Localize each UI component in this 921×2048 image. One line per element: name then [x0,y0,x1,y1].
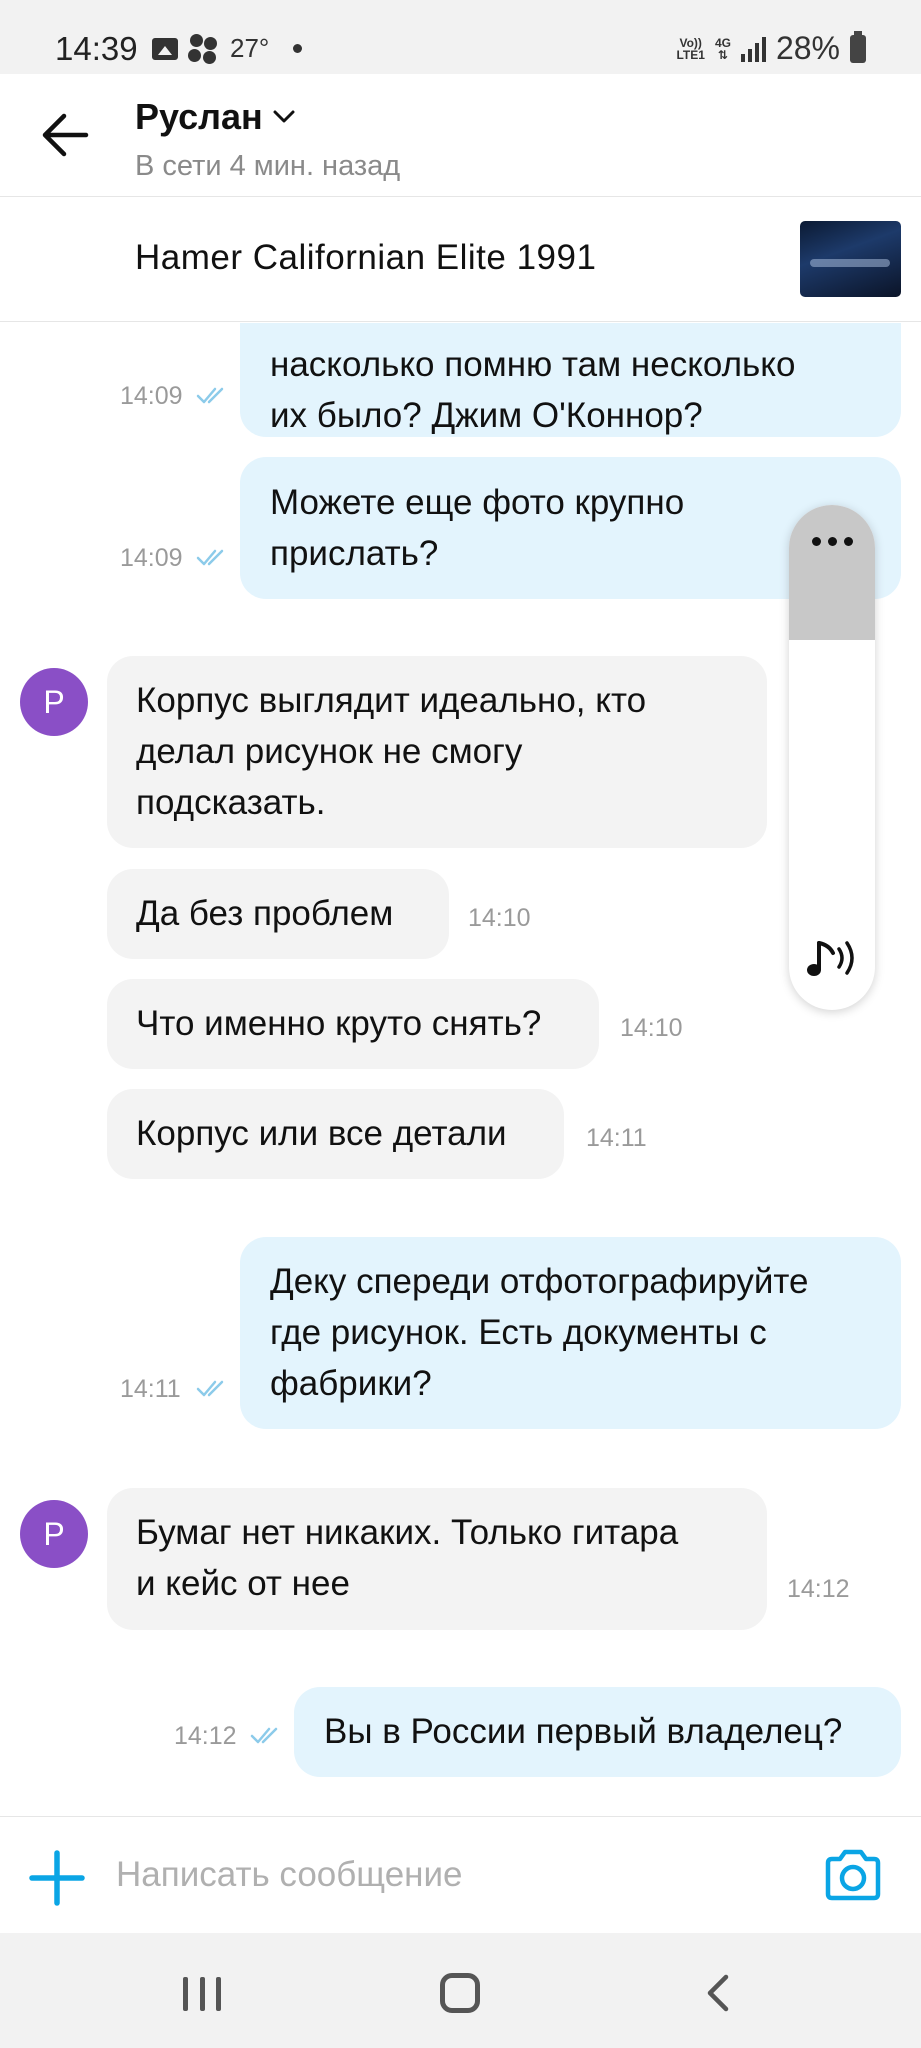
message-time: 14:12 [787,1575,850,1603]
message-bubble-incoming[interactable]: Да без проблем [107,869,449,959]
message-line: Корпус или все детали [136,1114,507,1153]
message-bubble-outgoing[interactable]: Вы в России первый владелец? [294,1687,901,1777]
more-options-icon[interactable] [789,537,875,546]
message-bubble-outgoing[interactable]: Деку спереди отфотографируйте где рисуно… [240,1237,901,1429]
sound-icon[interactable] [805,935,861,983]
plus-icon[interactable] [28,1849,86,1907]
message-line: прислать? [270,534,439,573]
message-line: Вы в России первый владелец? [324,1712,843,1751]
message-time: 14:09 [120,544,183,572]
message-line: и кейс от нее [136,1564,350,1603]
read-ticks-icon [196,1380,224,1397]
battery-percent: 28% [775,30,840,66]
read-ticks-icon [196,387,224,404]
lte-label: LTE1 [676,47,705,62]
message-line: Бумаг нет никаких. Только гитара [136,1513,679,1552]
message-line: подсказать. [136,783,326,822]
message-time: 14:10 [468,904,531,932]
contact-status: В сети 4 мин. назад [135,150,401,182]
status-system-icons: Vo)) LTE1 4G ⇅ 28% [676,30,866,67]
contact-name: Руслан [135,96,263,137]
avatar[interactable]: Р [20,668,88,736]
battery-icon [850,30,866,63]
message-input[interactable] [116,1845,796,1905]
message-bubble-outgoing[interactable]: насколько помню там несколько их было? Д… [240,323,901,437]
contact-name-dropdown[interactable]: Руслан [135,96,295,138]
message-line: Корпус выглядит идеально, кто [136,681,647,720]
home-icon[interactable] [440,1973,480,2013]
message-line: насколько помню там несколько [270,345,796,384]
chat-header: Руслан В сети 4 мин. назад [0,74,921,197]
back-arrow-icon[interactable] [40,112,90,158]
message-bubble-incoming[interactable]: Корпус выглядит идеально, кто делал рису… [107,656,767,848]
read-ticks-icon [196,549,224,566]
message-time: 14:12 [174,1722,237,1750]
back-icon[interactable] [700,1973,740,2013]
gallery-icon [152,37,178,60]
message-line: Что именно круто снять? [136,1004,542,1043]
message-time: 14:10 [620,1014,683,1042]
signal-icon [740,36,766,62]
system-nav-bar [0,1933,921,2048]
status-time: 14:39 [55,30,138,67]
message-line: Да без проблем [136,894,394,933]
volte-indicator: Vo)) LTE1 [676,37,704,61]
message-line: фабрики? [270,1364,432,1403]
message-bubble-incoming[interactable]: Бумаг нет никаких. Только гитара и кейс … [107,1488,767,1630]
camera-icon[interactable] [822,1847,884,1903]
status-bar: 14:39 27° Vo)) LTE1 4G ⇅ 28% [0,0,921,74]
message-time: 14:09 [120,382,183,410]
composer-bar [0,1816,921,1932]
network-type-indicator: 4G ⇅ [715,37,731,61]
message-bubble-incoming[interactable]: Корпус или все детали [107,1089,564,1179]
status-notifications: 27° [152,33,303,64]
network-type-label: 4G [714,35,731,50]
volume-panel[interactable] [789,505,875,1010]
volume-level-slider[interactable] [789,505,875,640]
listing-thumbnail[interactable] [800,221,901,297]
notification-dot-icon [293,44,303,53]
chevron-down-icon [273,110,295,123]
weather-cloud-icon [188,33,220,64]
data-arrows-icon: ⇅ [717,47,728,62]
message-line: их было? Джим О'Коннор? [270,396,703,435]
recent-apps-icon[interactable] [183,1977,221,2011]
message-time: 14:11 [120,1375,181,1403]
message-line: делал рисунок не смогу [136,732,523,771]
status-temperature: 27° [230,33,270,63]
message-line: где рисунок. Есть документы с [270,1313,767,1352]
message-time: 14:11 [586,1124,647,1152]
read-ticks-icon [250,1727,278,1744]
avatar[interactable]: Р [20,1500,88,1568]
message-line: Деку спереди отфотографируйте [270,1262,809,1301]
volte-label: Vo)) [679,35,702,50]
listing-bar[interactable]: Hamer Californian Elite 1991 [0,198,921,322]
message-list[interactable]: насколько помню там несколько их было? Д… [0,323,921,1816]
message-line: Можете еще фото крупно [270,483,685,522]
message-bubble-incoming[interactable]: Что именно круто снять? [107,979,599,1069]
listing-title[interactable]: Hamer Californian Elite 1991 [135,238,596,278]
